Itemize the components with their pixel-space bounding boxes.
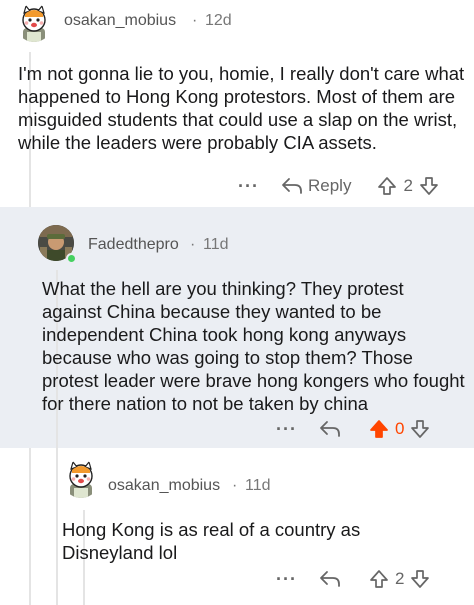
vote-score: 0 (394, 419, 405, 438)
upvote-arrow-icon[interactable] (377, 176, 397, 196)
comment-age: 11d (245, 477, 271, 494)
comment-body: Hong Kong is as real of a country as Dis… (62, 519, 361, 563)
downvote-arrow-icon[interactable] (410, 419, 430, 439)
cat-avatar-icon (62, 460, 100, 498)
reply-arrow-icon (319, 420, 341, 438)
downvote-arrow-icon[interactable] (419, 176, 439, 196)
reply-button[interactable] (319, 570, 341, 588)
avatar[interactable] (15, 4, 53, 42)
comment-2: Fadedthepro · 11d What the hell are you … (0, 207, 474, 448)
vote-controls: 2 (377, 176, 438, 196)
comment-body: I'm not gonna lie to you, homie, I reall… (18, 63, 465, 153)
comment-actions: ··· Reply 2 (238, 173, 439, 199)
separator-dot: · (232, 477, 238, 494)
separator-dot: · (190, 236, 196, 253)
vote-score: 2 (394, 569, 405, 588)
comment-1: osakan_mobius · 12d I'm not gonna lie to… (0, 0, 474, 207)
cat-avatar-icon (15, 4, 53, 42)
downvote-arrow-icon[interactable] (410, 569, 430, 589)
upvote-arrow-icon[interactable] (369, 419, 389, 439)
comment-actions: ··· 2 (276, 566, 430, 592)
more-options-button[interactable]: ··· (276, 419, 297, 440)
reply-button[interactable]: Reply (281, 176, 351, 196)
comment-3: osakan_mobius · 11d Hong Kong is as real… (0, 448, 474, 605)
vote-controls: 2 (369, 569, 430, 589)
username[interactable]: osakan_mobius (108, 477, 220, 495)
reply-button[interactable] (319, 420, 341, 438)
comment-age: 12d (205, 12, 232, 29)
reply-arrow-icon (281, 177, 303, 195)
separator-dot: · (192, 12, 198, 29)
username[interactable]: osakan_mobius (64, 12, 176, 30)
more-options-button[interactable]: ··· (238, 176, 259, 197)
vote-controls: 0 (369, 419, 430, 439)
thread-line (56, 448, 58, 605)
comment-actions: ··· 0 (276, 416, 430, 442)
upvote-arrow-icon[interactable] (369, 569, 389, 589)
comment-body: What the hell are you thinking? They pro… (42, 278, 465, 414)
comment-age: 11d (203, 236, 229, 253)
reply-label: Reply (307, 176, 352, 195)
online-status-indicator (66, 253, 77, 264)
username[interactable]: Fadedthepro (88, 236, 179, 254)
reply-arrow-icon (319, 570, 341, 588)
more-options-button[interactable]: ··· (276, 569, 297, 590)
vote-score: 2 (403, 176, 413, 195)
avatar[interactable] (62, 460, 100, 498)
